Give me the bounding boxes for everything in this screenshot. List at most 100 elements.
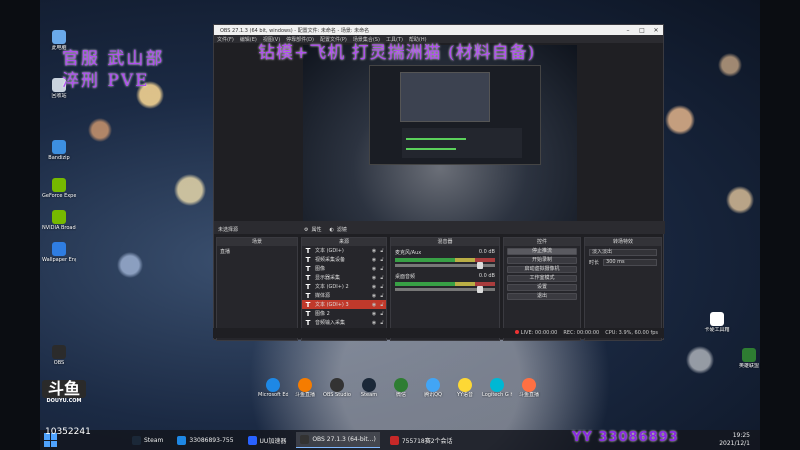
pinned-app-label: 微信: [395, 392, 406, 398]
pinned-app-label: Logitech G HUB: [482, 392, 512, 398]
transition-select[interactable]: 淡入淡出: [589, 249, 657, 256]
gear-icon[interactable]: ⚙: [304, 227, 308, 233]
taskbar-task[interactable]: 33086893-755: [173, 432, 237, 448]
maximize-icon[interactable]: □: [635, 27, 649, 34]
control-button[interactable]: 设置: [507, 284, 577, 291]
source-item[interactable]: T 文本 (GDI+) ◉ 🔓︎: [302, 246, 386, 255]
eye-icon[interactable]: ◉: [370, 284, 378, 290]
app-icon: [52, 140, 66, 154]
taskbar-task[interactable]: UU加速器: [244, 432, 291, 448]
pinned-app[interactable]: Steam: [354, 378, 384, 398]
pinned-app-label: Microsoft Edge: [258, 392, 288, 398]
mixer-panel: 混音器 麦克风/Aux 0.0 dB 桌面音频 0.0 dB: [390, 237, 500, 341]
source-item[interactable]: T 音频输入采集 ◉ 🔓︎: [302, 318, 386, 327]
lock-icon[interactable]: 🔓︎: [378, 275, 386, 281]
taskbar-task[interactable]: OBS 27.1.3 (64-bit...): [296, 432, 380, 448]
app-icon: [247, 435, 257, 445]
pinned-app[interactable]: 腾讯QQ: [418, 378, 448, 398]
pinned-app[interactable]: OBS Studio: [322, 378, 352, 398]
pinned-app[interactable]: Logitech G HUB: [482, 378, 512, 398]
pinned-app[interactable]: Microsoft Edge: [258, 378, 288, 398]
desktop-icon[interactable]: Bandizip: [42, 140, 76, 161]
pinned-app[interactable]: YY语音: [450, 378, 480, 398]
volume-slider[interactable]: [395, 262, 495, 269]
source-item[interactable]: T 文本 (GDI+) 3 ◉ 🔓︎: [302, 300, 386, 309]
lock-icon[interactable]: 🔓︎: [378, 311, 386, 317]
control-button[interactable]: 停止推流: [507, 248, 577, 255]
desktop-icon[interactable]: 英雄联盟: [732, 348, 766, 369]
lock-icon[interactable]: 🔓︎: [378, 257, 386, 263]
app-icon: [426, 378, 440, 392]
slider-handle[interactable]: [477, 262, 483, 269]
pinned-app[interactable]: 微信: [386, 378, 416, 398]
controls-panel: 控件 停止推流 开始录制 启动虚拟摄像机 工作室模式 设置 退出: [503, 237, 581, 341]
source-item[interactable]: T 显示器采集 ◉ 🔓︎: [302, 273, 386, 282]
eye-icon[interactable]: ◉: [370, 293, 378, 299]
pinned-app-label: YY语音: [456, 392, 474, 398]
text-source-icon: T: [305, 291, 311, 300]
eye-icon[interactable]: ◉: [370, 266, 378, 272]
control-button[interactable]: 开始录制: [507, 257, 577, 264]
pinned-app-label: 腾讯QQ: [424, 392, 442, 398]
obs-titlebar[interactable]: OBS 27.1.3 (64 bit, windows) - 配置文件: 未命名…: [214, 25, 663, 35]
desktop-icon[interactable]: NVIDIA Broadcast: [42, 210, 76, 231]
eye-icon[interactable]: ◉: [370, 311, 378, 317]
lock-icon[interactable]: 🔓︎: [378, 302, 386, 308]
slider-handle[interactable]: [477, 286, 483, 293]
desktop-icon[interactable]: OBS: [42, 345, 76, 366]
app-icon: [362, 378, 376, 392]
source-item[interactable]: T 媒体源 ◉ 🔓︎: [302, 291, 386, 300]
app-icon: [330, 378, 344, 392]
obs-menu-item[interactable]: 文件(F): [217, 36, 234, 43]
obs-menu-item[interactable]: 编辑(E): [240, 36, 257, 43]
taskbar-task[interactable]: 755718赛2个会话: [386, 432, 457, 448]
obs-window[interactable]: OBS 27.1.3 (64 bit, windows) - 配置文件: 未命名…: [213, 24, 665, 341]
eye-icon[interactable]: ◉: [370, 248, 378, 254]
source-name: 文本 (GDI+): [315, 248, 344, 254]
desktop-icon[interactable]: 卡硬工具箱: [700, 312, 734, 333]
desktop-icon[interactable]: GeForce Experience: [42, 178, 76, 199]
source-item[interactable]: T 图像 2 ◉ 🔓︎: [302, 309, 386, 318]
text-source-icon: T: [305, 318, 311, 327]
properties-button[interactable]: 属性: [312, 226, 322, 233]
eye-icon[interactable]: ◉: [370, 257, 378, 263]
duration-input[interactable]: 300 ms: [603, 259, 657, 266]
lock-icon[interactable]: 🔓︎: [378, 320, 386, 326]
taskbar-task[interactable]: Steam: [128, 432, 167, 448]
minimize-icon[interactable]: –: [621, 27, 635, 34]
source-name: 文本 (GDI+) 2: [315, 284, 349, 290]
lock-icon[interactable]: 🔓︎: [378, 293, 386, 299]
mixer-header: 混音器: [391, 238, 499, 246]
source-item[interactable]: T 图像 ◉ 🔓︎: [302, 264, 386, 273]
control-button[interactable]: 启动虚拟摄像机: [507, 266, 577, 273]
scene-item[interactable]: 直播: [217, 246, 297, 257]
app-icon: [52, 30, 66, 44]
viewer-count: 10352241: [45, 427, 91, 437]
pinned-app[interactable]: 斗鱼直播: [514, 378, 544, 398]
desktop-icon[interactable]: Wallpaper Engine: [42, 242, 76, 263]
filters-button[interactable]: 滤镜: [337, 226, 347, 233]
lock-icon[interactable]: 🔓︎: [378, 266, 386, 272]
pinned-app[interactable]: 斗鱼直播: [290, 378, 320, 398]
eye-icon[interactable]: ◉: [370, 302, 378, 308]
scenes-panel: 场景 直播 +−∧∨: [216, 237, 298, 341]
eye-icon[interactable]: ◉: [370, 275, 378, 281]
douyu-logo: 斗鱼 DOUYU.COM: [42, 380, 86, 404]
eye-icon[interactable]: ◉: [370, 320, 378, 326]
system-clock[interactable]: 19:25 2021/12/1: [719, 432, 750, 448]
filter-icon[interactable]: ◐: [330, 227, 334, 233]
volume-slider[interactable]: [395, 286, 495, 293]
source-item[interactable]: T 文本 (GDI+) 2 ◉ 🔓︎: [302, 282, 386, 291]
control-button[interactable]: 工作室模式: [507, 275, 577, 282]
close-icon[interactable]: ✕: [649, 27, 663, 34]
source-item[interactable]: T 视频采集设备 ◉ 🔓︎: [302, 255, 386, 264]
control-button[interactable]: 退出: [507, 293, 577, 300]
app-icon: [389, 435, 399, 445]
rec-status: REC: 00:00:00: [563, 330, 600, 336]
app-icon: [52, 345, 66, 359]
lock-icon[interactable]: 🔓︎: [378, 248, 386, 254]
lock-icon[interactable]: 🔓︎: [378, 284, 386, 290]
pinned-app-label: 斗鱼直播: [294, 392, 315, 398]
obs-preview[interactable]: [303, 45, 577, 221]
task-label: 33086893-755: [189, 436, 234, 444]
